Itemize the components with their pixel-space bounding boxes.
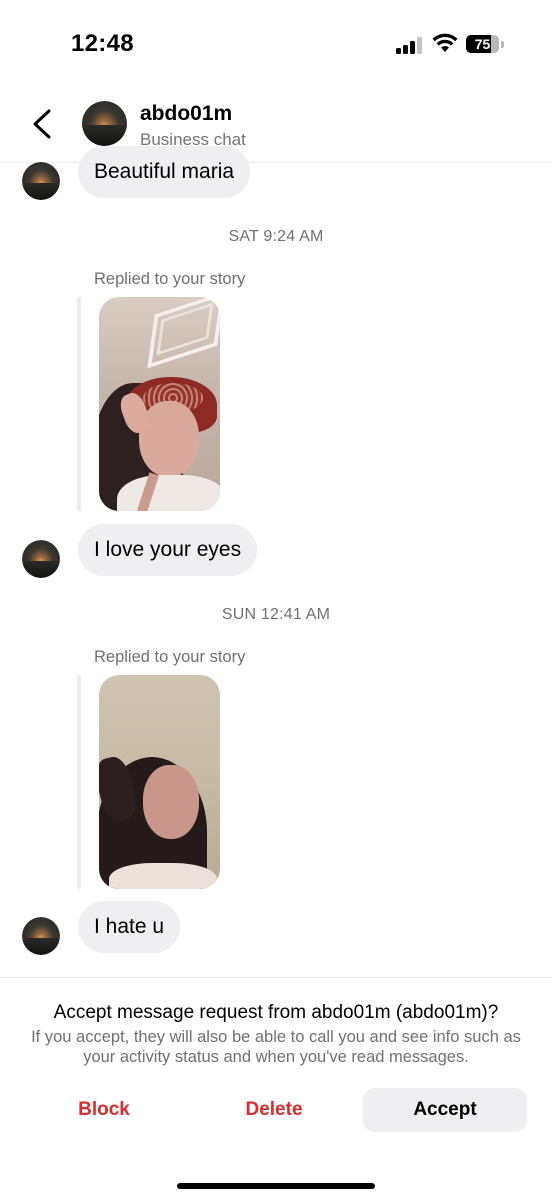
- message-bubble[interactable]: Beautiful maria: [78, 146, 251, 198]
- wifi-icon: [432, 33, 458, 52]
- message-timestamp: SUN 12:41 AM: [221, 606, 331, 623]
- message-request-panel: Accept message request from abdo01m (abd…: [0, 977, 552, 1201]
- status-time: 12:48: [71, 30, 134, 57]
- reply-indicator-line: [77, 297, 81, 511]
- status-bar: 12:48 75: [0, 0, 552, 90]
- sender-avatar[interactable]: [22, 162, 60, 200]
- message-timestamp: SAT 9:24 AM: [228, 228, 324, 245]
- story-reply-label: Replied to your story: [94, 270, 246, 288]
- delete-button[interactable]: Delete: [218, 1090, 330, 1130]
- request-description: If you accept, they will also be able to…: [31, 1028, 521, 1066]
- battery-icon: 75: [466, 35, 504, 53]
- story-thumbnail[interactable]: [99, 675, 220, 889]
- story-reply-label: Replied to your story: [94, 648, 246, 666]
- story-thumbnail[interactable]: [99, 297, 220, 511]
- chat-username[interactable]: abdo01m: [140, 102, 232, 126]
- battery-level: 75: [474, 36, 491, 52]
- accept-button[interactable]: Accept: [363, 1088, 527, 1132]
- avatar[interactable]: [82, 101, 127, 146]
- chat-header: abdo01m Business chat: [0, 90, 552, 163]
- cellular-signal-icon: [396, 36, 424, 54]
- block-button[interactable]: Block: [48, 1090, 160, 1130]
- request-title: Accept message request from abdo01m (abd…: [53, 1002, 499, 1023]
- sender-avatar[interactable]: [22, 540, 60, 578]
- home-indicator[interactable]: [177, 1183, 375, 1189]
- reply-indicator-line: [77, 675, 81, 889]
- sender-avatar[interactable]: [22, 917, 60, 955]
- chevron-left-icon[interactable]: [26, 105, 60, 143]
- message-bubble[interactable]: I love your eyes: [78, 524, 258, 576]
- message-bubble[interactable]: I hate u: [78, 901, 181, 953]
